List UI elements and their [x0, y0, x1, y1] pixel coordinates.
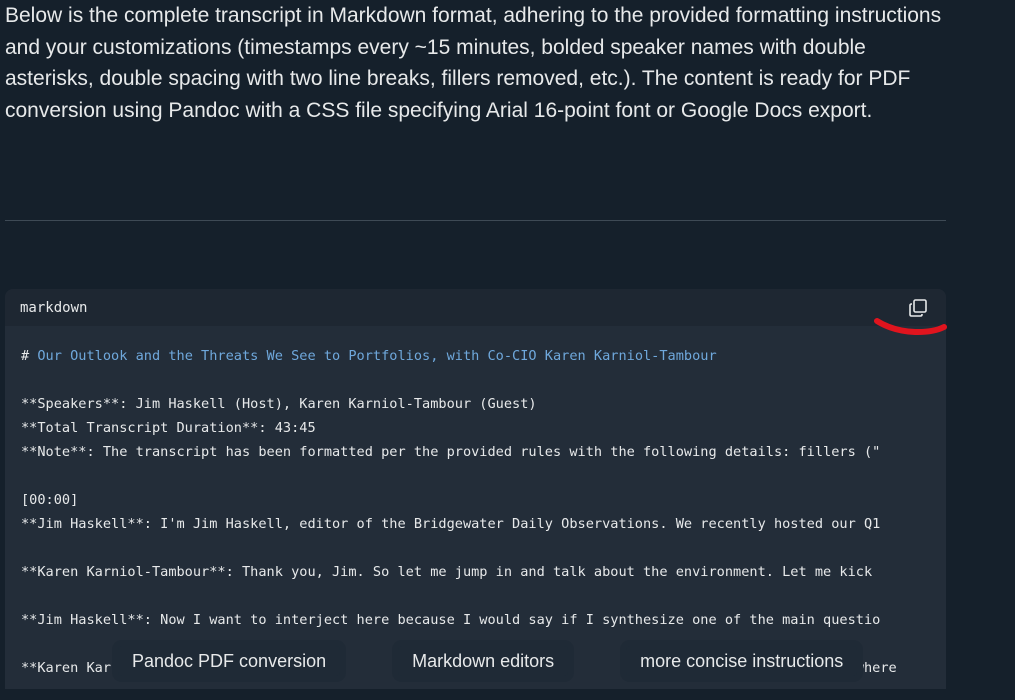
- code-line: [00:00]: [21, 492, 79, 508]
- code-heading-line: # Our Outlook and the Threats We See to …: [21, 344, 930, 368]
- suggestion-chip-pandoc[interactable]: Pandoc PDF conversion: [118, 646, 341, 676]
- suggestion-chip-concise-instructions[interactable]: more concise instructions: [626, 646, 858, 676]
- code-line: **Note**: The transcript has been format…: [21, 444, 881, 460]
- intro-paragraph: Below is the complete transcript in Mark…: [5, 4, 942, 122]
- code-line: **Speakers**: Jim Haskell (Host), Karen …: [21, 396, 537, 412]
- code-language-label: markdown: [20, 299, 88, 316]
- red-annotation-mark: [874, 318, 947, 336]
- code-block: markdown # Our Outlook and the Threats W…: [5, 289, 946, 689]
- code-line: **Jim Haskell**: I'm Jim Haskell, editor…: [21, 516, 881, 532]
- code-line: **Total Transcript Duration**: 43:45: [21, 420, 316, 436]
- suggestion-chip-markdown-editors[interactable]: Markdown editors: [398, 646, 569, 676]
- code-line: **Karen Karniol-Tambour**: Thank you, Ji…: [21, 564, 873, 580]
- code-line: **Jim Haskell**: Now I want to interject…: [21, 612, 881, 628]
- heading-hash: #: [21, 348, 38, 364]
- code-block-header: markdown: [5, 289, 946, 326]
- divider: [5, 220, 946, 221]
- suggestion-chips: Pandoc PDF conversion Markdown editors m…: [118, 646, 858, 676]
- code-content[interactable]: # Our Outlook and the Threats We See to …: [5, 326, 946, 689]
- heading-text: Our Outlook and the Threats We See to Po…: [37, 348, 717, 364]
